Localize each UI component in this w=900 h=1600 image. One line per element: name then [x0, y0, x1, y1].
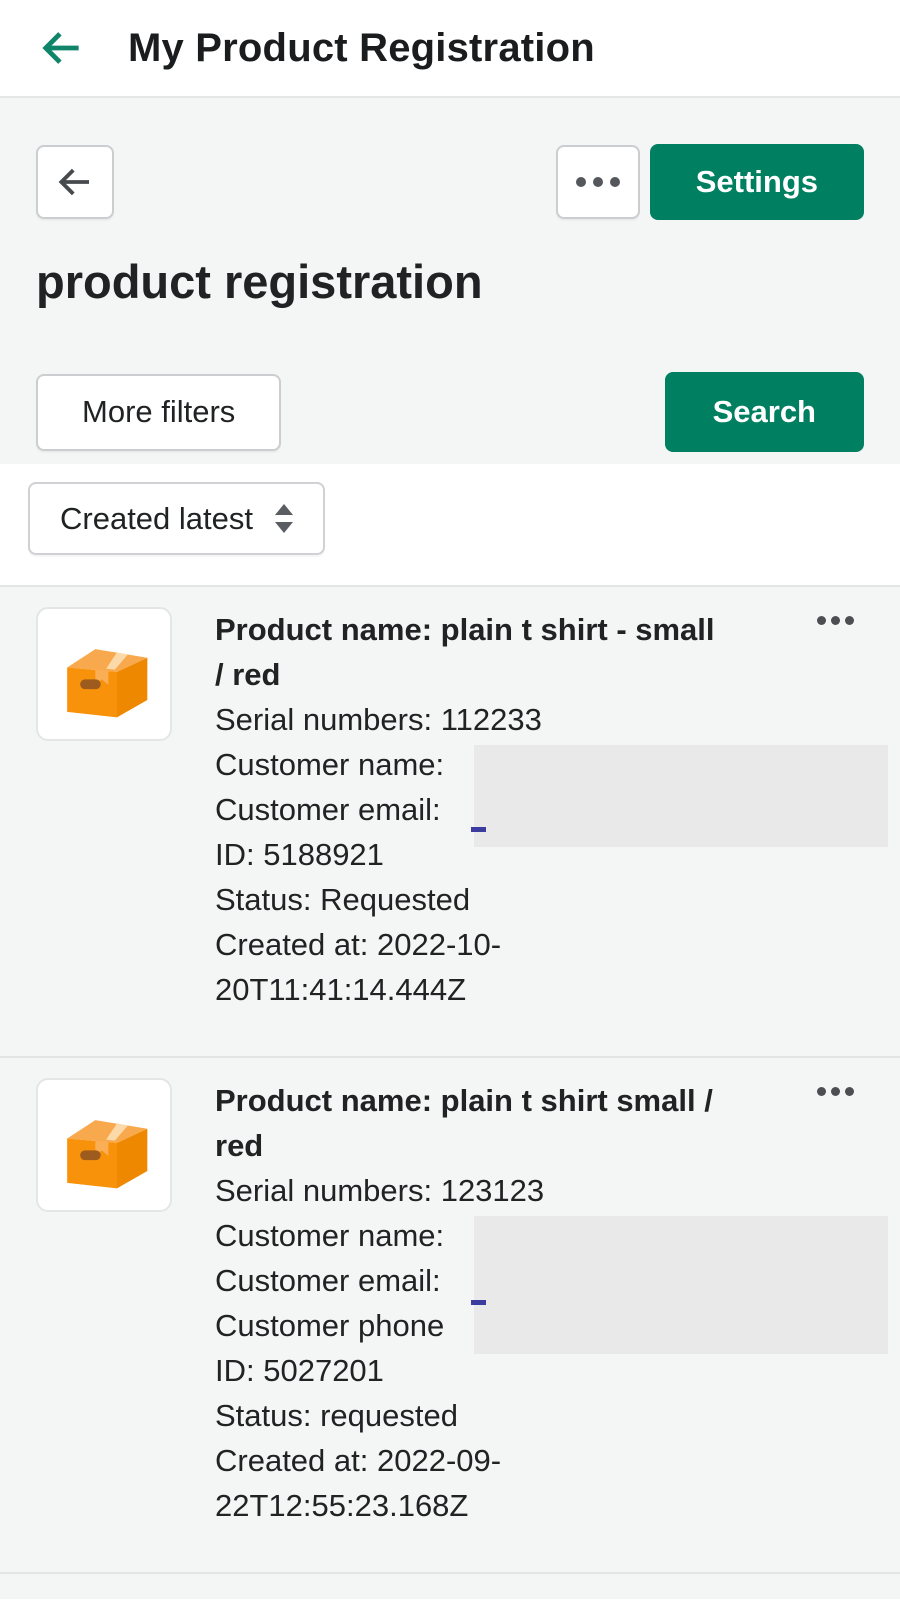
toolbar-row: Settings	[36, 144, 864, 220]
search-button[interactable]: Search	[664, 372, 864, 452]
page-header: Settings product registration More filte…	[0, 98, 900, 464]
detail-serial-numbers: Serial numbers: 123123	[215, 1173, 545, 1208]
product-thumbnail	[36, 1078, 172, 1212]
back-arrow-icon	[42, 32, 79, 64]
sort-value: Created latest	[60, 500, 253, 536]
item-menu-button[interactable]	[817, 613, 854, 628]
horizontal-dots-icon	[817, 1087, 854, 1096]
horizontal-dots-icon	[817, 616, 854, 625]
detail-serial-numbers: Serial numbers: 112233	[215, 702, 542, 737]
page-back-button[interactable]	[36, 145, 114, 219]
sort-select[interactable]: Created latest	[28, 482, 325, 555]
page-title: product registration	[36, 255, 483, 308]
detail-status: Status: Requested	[215, 882, 471, 917]
app-bar: My Product Registration	[0, 0, 900, 98]
detail-created-at: Created at: 2022-09-	[215, 1443, 502, 1478]
detail-id: ID: 5027201	[215, 1353, 384, 1388]
app-back-button[interactable]	[36, 22, 88, 74]
app-title: My Product Registration	[128, 25, 595, 70]
product-title: Product name: plain t shirt small /	[215, 1083, 713, 1118]
item-menu-button[interactable]	[817, 1084, 854, 1099]
registration-item: Product name: plain t shirt - small / re…	[0, 587, 900, 1056]
settings-button[interactable]: Settings	[649, 144, 864, 220]
detail-created-at: Created at: 2022-10-	[215, 927, 502, 962]
next-item-edge	[0, 1572, 900, 1599]
filter-row: More filters Search	[36, 372, 864, 452]
package-box-icon	[67, 1120, 148, 1189]
more-actions-button[interactable]	[555, 145, 640, 219]
detail-created-at: 20T11:41:14.444Z	[215, 972, 467, 1007]
registration-item: Product name: plain t shirt small / red …	[0, 1056, 900, 1572]
product-title: red	[215, 1128, 264, 1163]
email-link-fragment[interactable]	[471, 1300, 486, 1305]
sort-bar: Created latest	[0, 464, 900, 587]
detail-created-at: 22T12:55:23.168Z	[215, 1488, 469, 1523]
detail-status: Status: requested	[215, 1398, 458, 1433]
more-filters-button[interactable]: More filters	[36, 373, 282, 451]
product-title: Product name: plain t shirt - small	[215, 612, 715, 647]
registration-list: Product name: plain t shirt - small / re…	[0, 587, 900, 1572]
horizontal-dots-icon	[575, 177, 620, 187]
product-thumbnail	[36, 607, 172, 741]
redacted-customer-info	[474, 1216, 888, 1354]
package-box-icon	[67, 649, 148, 718]
email-link-fragment[interactable]	[471, 827, 486, 832]
screen: My Product Registration Settings product…	[0, 0, 900, 1600]
product-title: / red	[215, 657, 281, 692]
back-arrow-icon	[58, 168, 89, 196]
redacted-customer-info	[474, 745, 888, 847]
up-down-arrows-icon	[275, 504, 293, 533]
